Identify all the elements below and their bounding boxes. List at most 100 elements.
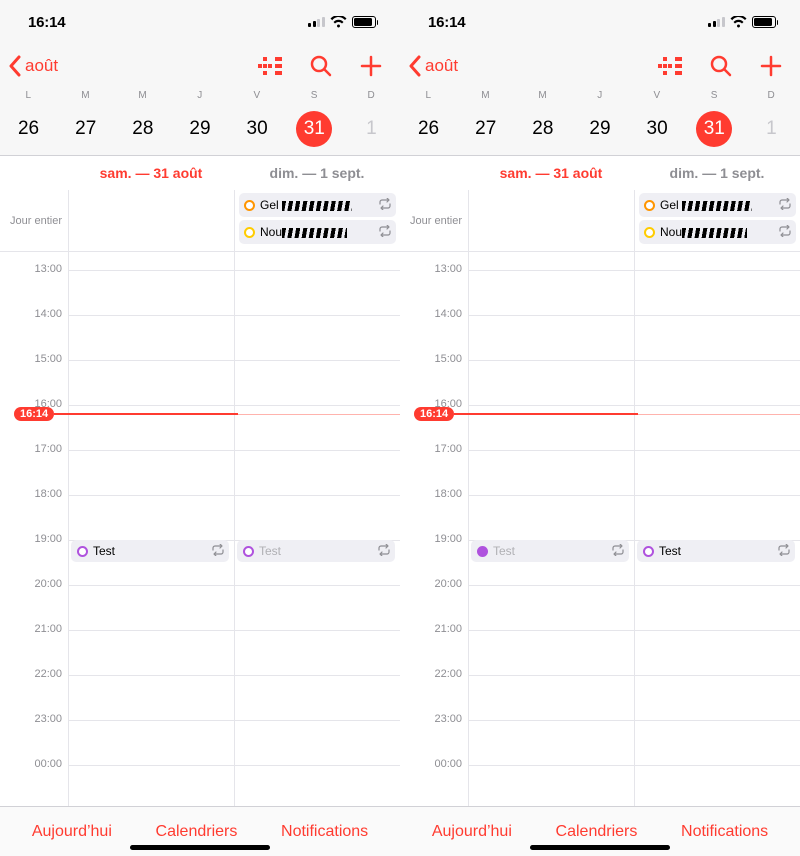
column-divider [68,252,69,806]
wifi-icon [730,16,747,28]
hour-label: 21:00 [0,623,68,635]
event-color-icon [77,546,88,557]
hour-label: 13:00 [400,263,468,275]
status-bar: 16:14 [0,0,400,44]
inbox-button[interactable]: Notifications [281,823,368,841]
add-button[interactable] [760,55,782,77]
battery-icon [752,16,779,28]
timed-event[interactable]: Test [471,540,629,562]
weekday-label: V [229,90,286,101]
date-cell[interactable]: 30 [629,111,686,147]
weekday-labels: L M M J V S D [0,88,400,103]
date-cell[interactable]: 28 [114,111,171,147]
timed-event[interactable]: Test [71,540,229,562]
timeline[interactable]: 13:0014:0015:0016:0017:0018:0019:0020:00… [400,252,800,806]
date-cell[interactable]: 26 [400,111,457,147]
day-title-next: dim. — 1 sept. [634,165,800,181]
add-button[interactable] [360,55,382,77]
repeat-icon [778,544,790,559]
week-header: L M M J V S D 26 27 28 29 30 31 1 [0,88,400,156]
date-cell[interactable]: 30 [229,111,286,147]
allday-event[interactable]: Nou [639,220,796,244]
weekday-label: M [514,90,571,101]
date-cell[interactable]: 27 [57,111,114,147]
hour-label: 15:00 [0,353,68,365]
hour-label: 20:00 [0,578,68,590]
allday-event[interactable]: Nou [239,220,396,244]
allday-event[interactable]: Gel [239,193,396,217]
view-mode-button[interactable] [658,57,682,75]
calendars-button[interactable]: Calendriers [156,823,238,841]
timeline[interactable]: 13:0014:0015:0016:0017:0018:0019:0020:00… [0,252,400,806]
event-label: Gel [660,198,679,212]
weekday-label: M [114,90,171,101]
date-num-selected: 31 [696,111,732,147]
day-title-next: dim. — 1 sept. [234,165,400,181]
now-badge: 16:14 [14,407,54,421]
date-num: 29 [582,111,618,147]
status-time: 16:14 [428,14,465,31]
week-dates: 26 27 28 29 30 31 1 [0,111,400,147]
date-cell[interactable]: 29 [171,111,228,147]
view-mode-button[interactable] [258,57,282,75]
date-cell[interactable]: 1 [343,111,400,147]
allday-saturday[interactable] [468,190,634,251]
date-cell[interactable]: 1 [743,111,800,147]
repeat-icon [379,225,391,240]
date-cell[interactable]: 31 [286,111,343,147]
weekday-labels: L M M J V S D [400,88,800,103]
today-button[interactable]: Aujourd’hui [32,823,112,841]
chevron-left-icon [408,55,421,77]
back-button[interactable]: août [8,55,58,77]
event-label: Test [493,544,515,558]
inbox-button[interactable]: Notifications [681,823,768,841]
date-cell[interactable]: 31 [686,111,743,147]
home-indicator[interactable] [530,845,670,850]
event-color-icon [477,546,488,557]
search-button[interactable] [710,55,732,77]
search-button[interactable] [310,55,332,77]
date-cell[interactable]: 27 [457,111,514,147]
today-button[interactable]: Aujourd’hui [432,823,512,841]
calendars-button[interactable]: Calendriers [556,823,638,841]
column-divider [468,252,469,806]
day-title-selected: sam. — 31 août [468,165,634,181]
status-time: 16:14 [28,14,65,31]
allday-saturday[interactable] [68,190,234,251]
home-indicator[interactable] [130,845,270,850]
allday-sunday[interactable]: Gel Nou [634,190,800,251]
date-num: 30 [639,111,675,147]
back-button[interactable]: août [408,55,458,77]
weekday-label: V [629,90,686,101]
weekday-label: D [743,90,800,101]
allday-label: Jour entier [400,190,468,251]
redacted-text [282,228,347,238]
search-icon [710,55,732,77]
day-titles: sam. — 31 août dim. — 1 sept. [0,156,400,190]
repeat-icon [779,198,791,213]
list-grid-icon [658,57,682,75]
hour-label: 19:00 [0,533,68,545]
repeat-icon [378,544,390,559]
date-cell[interactable]: 28 [514,111,571,147]
timed-event[interactable]: Test [237,540,395,562]
column-divider [234,252,235,806]
timed-event[interactable]: Test [637,540,795,562]
screen-left: 16:14 août L M M J V S D 26 27 [0,0,400,856]
now-badge: 16:14 [414,407,454,421]
event-color-icon [644,200,655,211]
date-cell[interactable]: 29 [571,111,628,147]
hour-row: 00:00 [0,765,400,806]
hour-label: 23:00 [0,713,68,725]
now-indicator: 16:14 [414,407,800,421]
event-color-icon [244,227,255,238]
allday-event[interactable]: Gel [639,193,796,217]
date-cell[interactable]: 26 [0,111,57,147]
weekday-label: M [457,90,514,101]
date-num: 30 [239,111,275,147]
date-num: 1 [753,111,789,147]
cellular-icon [308,17,325,27]
redacted-text [682,228,747,238]
date-num: 1 [353,111,389,147]
allday-sunday[interactable]: Gel Nou [234,190,400,251]
